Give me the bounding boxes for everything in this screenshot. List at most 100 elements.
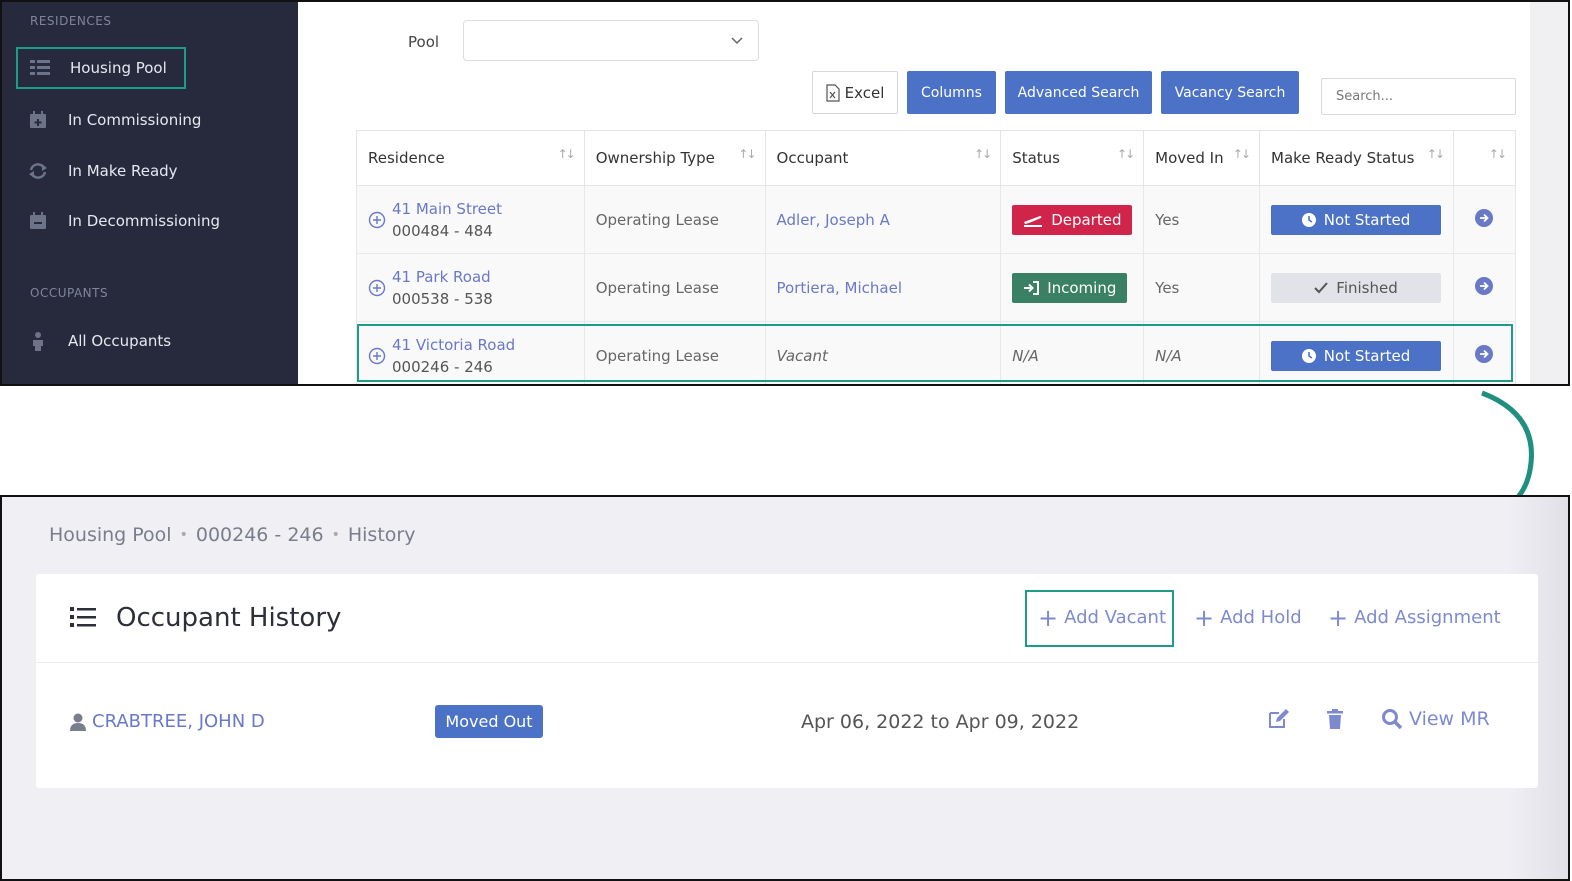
status-badge-departed: Departed — [1012, 204, 1133, 235]
sort-icon: ↑↓ — [1488, 147, 1507, 161]
page-title: Occupant History — [116, 603, 342, 633]
occupant-history-card: Occupant History + Add Vacant + Add Hold… — [36, 574, 1538, 788]
residence-table: Residence ↑↓ Ownership Type ↑↓ Occupant ↑↓ … — [356, 130, 1516, 384]
sidebar-item-in-make-ready[interactable]: In Make Ready — [16, 150, 286, 192]
status-badge-incoming: Incoming — [1012, 272, 1128, 303]
column-header-moved-in[interactable]: Moved In ↑↓ — [1143, 130, 1261, 186]
housing-pool-screen: RESIDENCES Housing Pool In Commissioning… — [0, 0, 1570, 386]
table-row: 41 Victoria Road 000246 - 246 Operating … — [356, 321, 1516, 384]
moved-in-cell: Yes — [1143, 185, 1261, 254]
sort-icon: ↑↓ — [1426, 147, 1445, 161]
sidebar: RESIDENCES Housing Pool In Commissioning… — [2, 2, 298, 384]
occupant-vacant: Vacant — [764, 321, 1002, 384]
residence-link[interactable]: 41 Main Street — [392, 198, 502, 220]
moved-out-badge: Moved Out — [435, 705, 543, 738]
breadcrumb-separator: • — [179, 527, 188, 543]
table-row: 41 Main Street 000484 - 484 Operating Le… — [356, 185, 1516, 254]
calendar-plus-icon — [28, 110, 48, 130]
sidebar-item-label: All Occupants — [68, 332, 172, 350]
make-ready-badge: Not Started — [1271, 204, 1442, 235]
sidebar-item-housing-pool[interactable]: Housing Pool — [16, 47, 186, 89]
column-header-make-ready-status[interactable]: Make Ready Status ↑↓ — [1259, 130, 1454, 186]
pool-select[interactable] — [463, 20, 759, 61]
plus-icon: + — [1194, 603, 1215, 632]
sort-icon: ↑↓ — [1232, 147, 1251, 161]
column-header-actions[interactable]: ↑↓ — [1453, 130, 1516, 186]
moved-in-cell: N/A — [1143, 321, 1261, 384]
plane-departure-icon — [1024, 215, 1043, 227]
breadcrumb-history: History — [347, 524, 416, 546]
sidebar-item-all-occupants[interactable]: All Occupants — [16, 320, 286, 362]
ownership-type-cell: Operating Lease — [583, 321, 766, 384]
add-assignment-button[interactable]: + Add Assignment — [1328, 603, 1501, 632]
sidebar-item-label: In Commissioning — [68, 111, 202, 129]
excel-label: Excel — [844, 83, 885, 102]
clock-icon — [1301, 212, 1316, 227]
plus-icon: + — [1328, 603, 1349, 632]
residence-unit: 000538 - 538 — [392, 289, 493, 308]
sort-icon: ↑↓ — [1117, 147, 1135, 161]
table-row: 41 Park Road 000538 - 538 Operating Leas… — [356, 253, 1516, 322]
residence-unit: 000484 - 484 — [392, 221, 493, 240]
arrow-right-circle-icon[interactable] — [1475, 344, 1493, 363]
user-icon — [70, 713, 86, 731]
ownership-type-cell: Operating Lease — [583, 253, 766, 322]
search-input[interactable]: Search... — [1321, 78, 1516, 115]
person-icon — [28, 331, 48, 351]
sign-in-icon — [1024, 280, 1040, 295]
occupant-link[interactable]: Adler, Joseph A — [777, 211, 890, 229]
pool-label: Pool — [408, 33, 440, 51]
add-hold-button[interactable]: + Add Hold — [1194, 603, 1302, 632]
column-header-status[interactable]: Status ↑↓ — [1000, 130, 1145, 186]
occupant-history-screen: Housing Pool • 000246 - 246 • History Oc… — [0, 495, 1570, 881]
expand-plus-icon[interactable] — [368, 211, 386, 229]
breadcrumb-unit[interactable]: 000246 - 246 — [196, 524, 324, 546]
list-icon — [70, 607, 96, 627]
clock-icon — [1301, 348, 1316, 363]
chevron-down-icon — [731, 37, 743, 45]
residence-unit: 000246 - 246 — [392, 357, 493, 376]
edit-icon[interactable] — [1268, 709, 1290, 729]
sidebar-item-label: Housing Pool — [70, 59, 167, 77]
sidebar-section-occupants: OCCUPANTS — [30, 286, 109, 300]
arrow-right-circle-icon[interactable] — [1475, 208, 1493, 227]
calendar-minus-icon — [28, 211, 48, 231]
column-header-occupant[interactable]: Occupant ↑↓ — [764, 130, 1002, 186]
search-icon — [1382, 709, 1403, 730]
sidebar-item-in-commissioning[interactable]: In Commissioning — [16, 99, 286, 141]
add-vacant-highlight — [1025, 590, 1174, 647]
list-grid-icon — [30, 58, 50, 78]
residence-link[interactable]: 41 Park Road — [392, 266, 493, 288]
check-icon — [1314, 281, 1329, 293]
breadcrumb-separator: • — [331, 527, 340, 543]
moved-in-cell: Yes — [1143, 253, 1261, 322]
sort-icon: ↑↓ — [557, 147, 576, 161]
trash-icon[interactable] — [1327, 709, 1343, 729]
main-content: Pool Excel Columns Advanced Search Vacan… — [298, 2, 1568, 384]
occupant-link[interactable]: Portiera, Michael — [777, 279, 902, 297]
residence-link[interactable]: 41 Victoria Road — [392, 334, 515, 356]
refresh-icon — [28, 161, 48, 181]
file-excel-icon — [826, 83, 840, 102]
ownership-type-cell: Operating Lease — [583, 185, 766, 254]
sidebar-item-label: In Decommissioning — [68, 212, 220, 230]
expand-plus-icon[interactable] — [368, 347, 386, 365]
vacancy-search-button[interactable]: Vacancy Search — [1161, 71, 1299, 114]
sort-icon: ↑↓ — [738, 147, 756, 161]
columns-button[interactable]: Columns — [907, 71, 996, 114]
column-header-residence[interactable]: Residence ↑↓ — [356, 130, 585, 186]
sidebar-item-in-decommissioning[interactable]: In Decommissioning — [16, 200, 286, 242]
breadcrumb-housing-pool[interactable]: Housing Pool — [49, 524, 172, 546]
advanced-search-button[interactable]: Advanced Search — [1005, 71, 1152, 114]
view-mr-button[interactable]: View MR — [1381, 708, 1490, 730]
occupant-name-link[interactable]: CRABTREE, JOHN D — [70, 711, 265, 732]
make-ready-badge: Not Started — [1271, 340, 1442, 371]
status-cell: N/A — [1000, 321, 1145, 384]
breadcrumb: Housing Pool • 000246 - 246 • History — [49, 524, 415, 546]
excel-button[interactable]: Excel — [812, 71, 898, 114]
expand-plus-icon[interactable] — [368, 279, 386, 297]
scroll-gutter — [1530, 2, 1568, 384]
column-header-ownership-type[interactable]: Ownership Type ↑↓ — [583, 130, 766, 186]
card-header: Occupant History + Add Vacant + Add Hold… — [36, 574, 1538, 663]
arrow-right-circle-icon[interactable] — [1475, 276, 1493, 295]
